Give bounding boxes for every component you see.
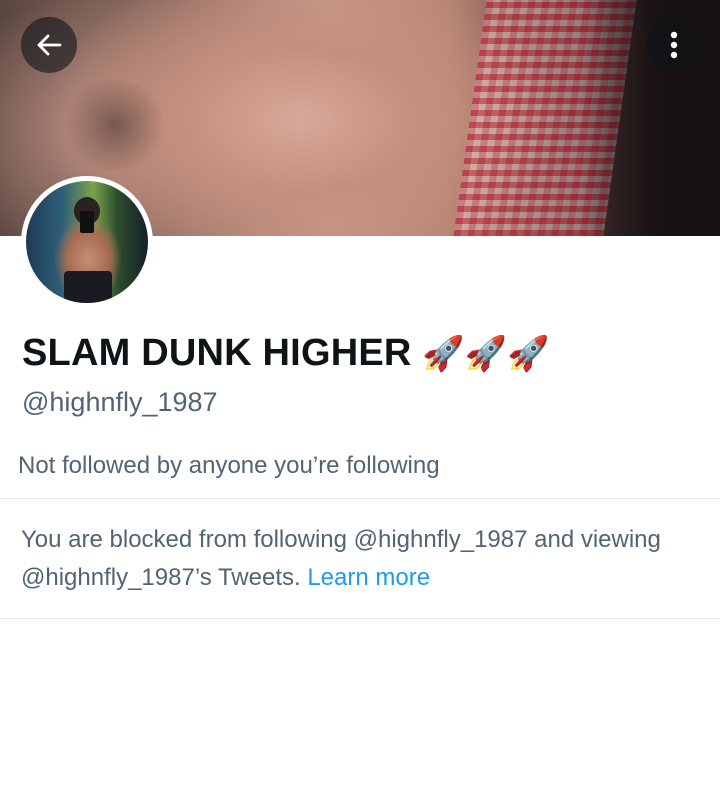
learn-more-link[interactable]: Learn more [307,564,430,591]
arrow-left-icon [34,30,64,60]
banner-detail [60,80,170,170]
vertical-dots-icon [668,30,680,60]
display-name-text: SLAM DUNK HIGHER [22,332,412,374]
divider [0,498,720,499]
profile-display-name: SLAM DUNK HIGHER 🚀🚀🚀 [22,332,550,375]
divider [0,618,720,619]
back-button[interactable] [21,17,77,73]
avatar-detail [64,271,112,303]
more-options-button[interactable] [646,17,702,73]
rocket-emoji: 🚀🚀🚀 [422,334,550,374]
followers-you-know-note: Not followed by anyone you’re following [18,452,440,479]
blocked-message: You are blocked from following @highnfly… [21,521,701,597]
profile-handle: @highnfly_1987 [22,387,218,417]
avatar[interactable] [21,176,153,308]
avatar-detail [80,211,94,233]
